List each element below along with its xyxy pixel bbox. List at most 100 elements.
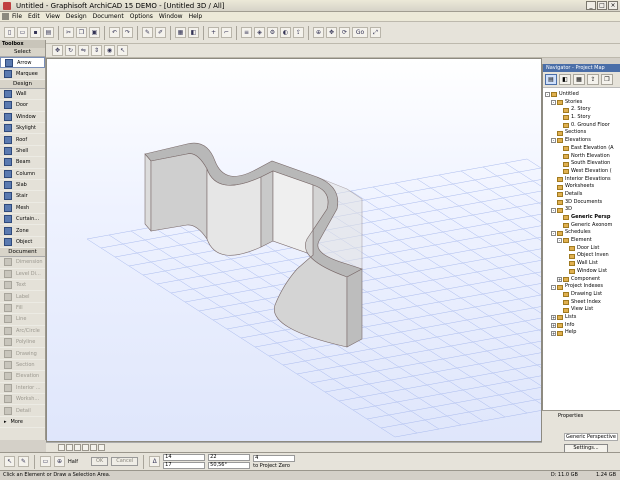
toolbox-design-head[interactable]: Design	[0, 79, 45, 89]
tree-item[interactable]: + Info	[543, 322, 620, 330]
tree-item[interactable]: Window List	[543, 268, 620, 276]
open-icon[interactable]: ▭	[17, 27, 28, 38]
teamwork-icon[interactable]: ◈	[254, 27, 265, 38]
arrow-tool-icon[interactable]: ↖	[4, 456, 15, 467]
menu-view[interactable]: View	[46, 13, 60, 20]
tree-item[interactable]: - Stories	[543, 99, 620, 107]
delta-icon[interactable]: Δ	[149, 456, 161, 467]
tree-item[interactable]: Sections	[543, 129, 620, 137]
tree-item[interactable]: 0. Ground Floor	[543, 122, 620, 130]
tool-door[interactable]: Door	[0, 100, 45, 112]
tree-item[interactable]: North Elevation	[543, 153, 620, 161]
tool-column[interactable]: Column	[0, 169, 45, 180]
tree-toggle-icon[interactable]: -	[551, 100, 556, 106]
zoom-out-icon[interactable]	[66, 444, 73, 451]
minimize-button[interactable]: _	[586, 1, 596, 10]
tree-item[interactable]: Object Inven	[543, 252, 620, 260]
zoom-view-icon[interactable]: ⊕	[54, 456, 65, 467]
tree-item[interactable]: Worksheets	[543, 183, 620, 191]
view-map-icon[interactable]: ◧	[559, 74, 571, 85]
tree-item[interactable]: + Help	[543, 329, 620, 337]
ok-button[interactable]: OK	[91, 457, 109, 466]
go-button[interactable]: Go	[352, 27, 368, 38]
tool-polyline[interactable]: Polyline	[0, 337, 45, 349]
tree-item[interactable]: Sheet Index	[543, 299, 620, 307]
tree-item[interactable]: - Project Indexes	[543, 283, 620, 291]
fit-window-icon[interactable]: ⤢	[370, 27, 381, 38]
publish-icon[interactable]: ⇪	[293, 27, 304, 38]
tool-elevation[interactable]: Elevation	[0, 371, 45, 383]
zoom-icon[interactable]: ⊕	[313, 27, 324, 38]
next-view-icon[interactable]	[90, 444, 97, 451]
wall-model[interactable]	[144, 142, 363, 348]
tool-window[interactable]: Window	[0, 112, 45, 123]
snap-icon[interactable]: +	[208, 27, 219, 38]
pen-icon[interactable]: ✎	[18, 456, 29, 467]
tree-item[interactable]: 3D Documents	[543, 199, 620, 207]
mirror-icon[interactable]: ⇋	[78, 45, 89, 56]
publisher-sets-icon[interactable]: ⇪	[587, 74, 599, 85]
menu-file[interactable]: File	[12, 13, 22, 20]
undo-icon[interactable]: ↶	[109, 27, 120, 38]
tree-toggle-icon[interactable]: +	[551, 322, 556, 328]
tool-mesh[interactable]: Mesh	[0, 203, 45, 215]
dr-field[interactable]: 22	[208, 454, 251, 461]
tool-line[interactable]: Line	[0, 314, 45, 326]
tree-item[interactable]: Generic Persp	[543, 214, 620, 222]
cancel-button[interactable]: Cancel	[111, 457, 139, 466]
tree-item[interactable]: Drawing List	[543, 291, 620, 299]
cut-icon[interactable]: ✂	[63, 27, 74, 38]
menu-design[interactable]: Design	[66, 13, 87, 20]
3d-scene[interactable]	[47, 59, 542, 442]
tree-toggle-icon[interactable]: +	[557, 276, 562, 282]
menu-help[interactable]: Help	[189, 13, 203, 20]
tool-interior-[interactable]: Interior ...	[0, 383, 45, 394]
organizer-icon[interactable]: ❐	[601, 74, 613, 85]
render-icon[interactable]: ◐	[280, 27, 291, 38]
orbit-icon[interactable]: ⟳	[339, 27, 350, 38]
tool-wall[interactable]: Wall	[0, 89, 45, 101]
tree-item[interactable]: Wall List	[543, 260, 620, 268]
pick-up-icon[interactable]: ✎	[142, 27, 153, 38]
tool-worksh-[interactable]: Worksh...	[0, 394, 45, 406]
tool-zone[interactable]: Zone	[0, 225, 45, 237]
zoom-in-icon[interactable]	[58, 444, 65, 451]
maximize-button[interactable]: □	[597, 1, 607, 10]
tool-arc-circle[interactable]: Arc/Circle	[0, 326, 45, 337]
plan-view-icon[interactable]: ▦	[175, 27, 186, 38]
tree-toggle-icon[interactable]: -	[551, 230, 556, 236]
tree-item[interactable]: View List	[543, 306, 620, 314]
3d-viewport[interactable]	[46, 58, 542, 442]
tree-item[interactable]: Details	[543, 191, 620, 199]
tree-item[interactable]: Interior Elevations	[543, 176, 620, 184]
tool-arrow[interactable]: Arrow	[0, 57, 45, 69]
paste-icon[interactable]: ▣	[89, 27, 100, 38]
tool-shell[interactable]: Shell	[0, 146, 45, 158]
camera-icon[interactable]: ◉	[104, 45, 115, 56]
menu-edit[interactable]: Edit	[28, 13, 40, 20]
tree-toggle-icon[interactable]: -	[557, 238, 562, 244]
tool-label[interactable]: Label	[0, 291, 45, 303]
tool-curtain-[interactable]: Curtain...	[0, 214, 45, 226]
save-icon[interactable]: ▪	[30, 27, 41, 38]
tree-item[interactable]: 1. Story	[543, 114, 620, 122]
tree-item[interactable]: Generic Axonom	[543, 222, 620, 230]
toolbox-more[interactable]: ▸ More	[0, 417, 45, 429]
tree-toggle-icon[interactable]: -	[545, 92, 550, 98]
toolbox-select-head[interactable]: Select	[0, 48, 45, 57]
tree-toggle-icon[interactable]: -	[551, 138, 556, 144]
pointer-icon[interactable]: ↖	[117, 45, 128, 56]
tree-toggle-icon[interactable]: +	[551, 330, 556, 336]
view-name-field[interactable]: Generic Perspective	[564, 433, 618, 441]
tree-item[interactable]: - Schedules	[543, 229, 620, 237]
menu-window[interactable]: Window	[159, 13, 183, 20]
tree-item[interactable]: East Elevation (A	[543, 145, 620, 153]
tree-item[interactable]: Door List	[543, 245, 620, 253]
tool-section[interactable]: Section	[0, 360, 45, 372]
settings-icon[interactable]: ⚙	[267, 27, 278, 38]
tree-item[interactable]: West Elevation (	[543, 168, 620, 176]
tool-dimension[interactable]: Dimension	[0, 257, 45, 269]
rotate-icon[interactable]: ↻	[65, 45, 76, 56]
tool-drawing[interactable]: Drawing	[0, 348, 45, 360]
tool-stair[interactable]: Stair	[0, 191, 45, 203]
